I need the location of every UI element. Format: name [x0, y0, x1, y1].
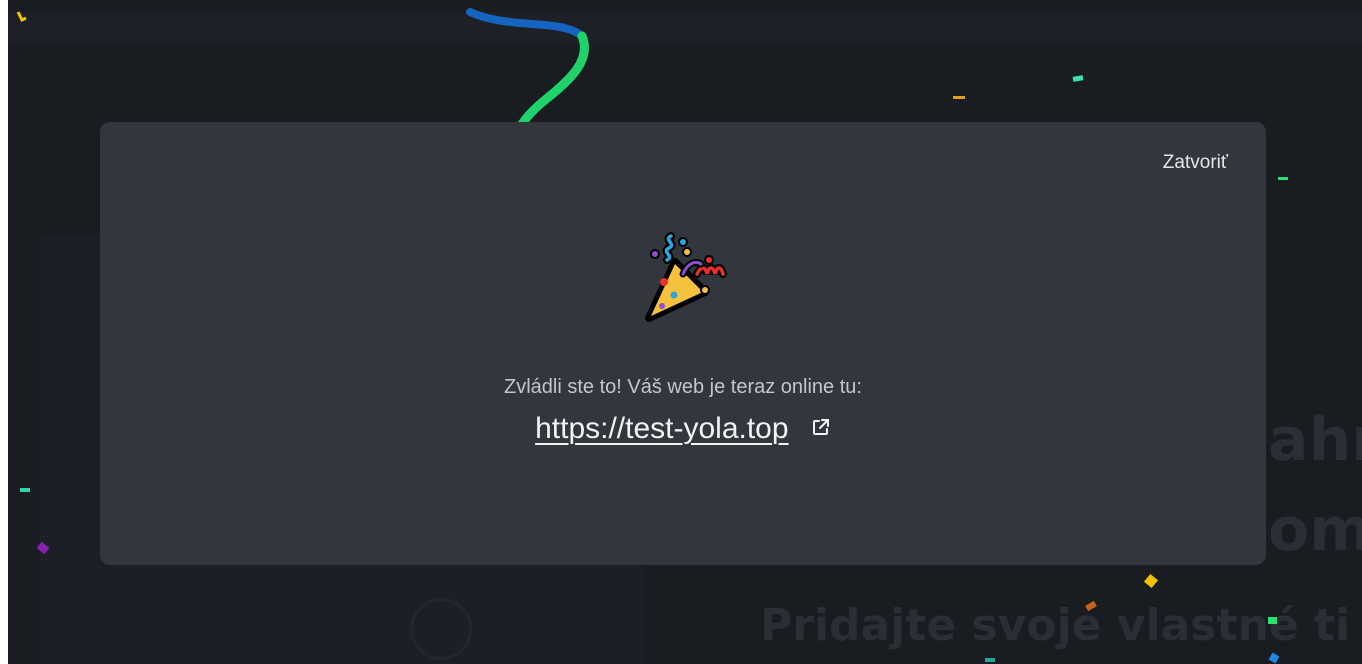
publish-success-dialog: Zatvoriť Zvládli ste to! Váš web je tera…	[100, 122, 1266, 565]
confetti-piece	[1072, 75, 1084, 82]
confetti-piece	[1268, 652, 1280, 664]
background-title-line-2: om	[1268, 495, 1362, 565]
confetti-piece	[985, 658, 995, 662]
confetti-piece	[1278, 177, 1288, 180]
confetti-piece	[953, 96, 965, 99]
close-button[interactable]: Zatvoriť	[1163, 152, 1228, 174]
party-popper-icon	[645, 232, 727, 322]
window-edge	[0, 0, 8, 664]
site-link-row: https://test-yola.top	[100, 412, 1266, 446]
top-bar	[8, 12, 1362, 44]
background-circle	[410, 598, 472, 660]
page: ahr om Pridajte svoje vlastné ti Zatvori…	[0, 0, 1362, 664]
background-heading: Pridajte svoje vlastné ti	[760, 600, 1351, 651]
confetti-piece	[1143, 573, 1159, 589]
external-link-icon[interactable]	[811, 417, 831, 437]
background-title-line-1: ahr	[1268, 405, 1362, 475]
site-url-link[interactable]: https://test-yola.top	[535, 412, 788, 445]
confetti-piece	[1268, 617, 1277, 624]
success-message: Zvládli ste to! Váš web je teraz online …	[504, 376, 862, 398]
confetti-piece	[20, 488, 30, 492]
